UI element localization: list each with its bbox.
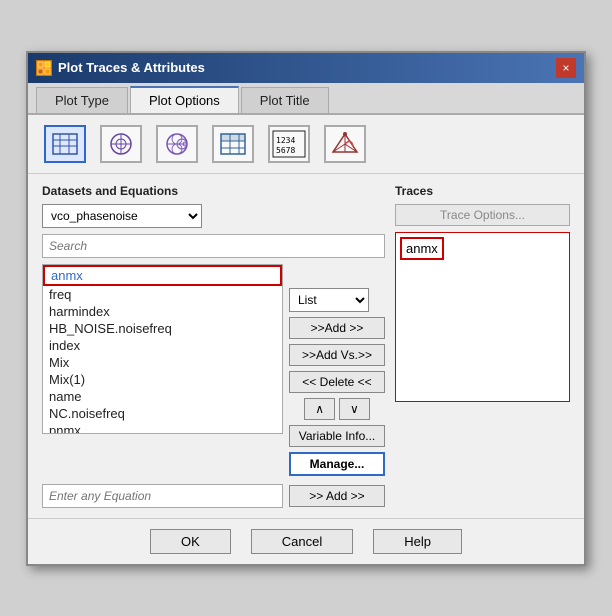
rectangular-icon[interactable]: [44, 125, 86, 163]
title-bar: Plot Traces & Attributes ×: [28, 53, 584, 83]
tab-plot-title[interactable]: Plot Title: [241, 87, 329, 113]
footer: OK Cancel Help: [28, 518, 584, 564]
list-item[interactable]: anmx: [43, 265, 282, 286]
svg-text:1234: 1234: [276, 136, 295, 145]
tab-bar: Plot Type Plot Options Plot Title: [28, 83, 584, 115]
equation-input[interactable]: [42, 484, 283, 508]
add-vs-button[interactable]: >>Add Vs.>>: [289, 344, 385, 366]
center-buttons: List >>Add >> >>Add Vs.>> << Delete << ∧…: [289, 264, 385, 476]
right-panel: Traces Trace Options... anmx: [395, 184, 570, 508]
ok-button[interactable]: OK: [150, 529, 231, 554]
app-icon: [36, 60, 52, 76]
traces-list[interactable]: anmx: [395, 232, 570, 402]
radar-icon[interactable]: [324, 125, 366, 163]
smith-chart-icon[interactable]: [156, 125, 198, 163]
datasets-label: Datasets and Equations: [42, 184, 385, 198]
polar-icon[interactable]: [100, 125, 142, 163]
tab-plot-options[interactable]: Plot Options: [130, 86, 239, 113]
down-button[interactable]: ∨: [339, 398, 370, 420]
list-type-select[interactable]: List: [289, 288, 369, 312]
dataset-select[interactable]: vco_phasenoise: [42, 204, 202, 228]
close-button[interactable]: ×: [556, 58, 576, 78]
title-bar-left: Plot Traces & Attributes: [36, 60, 205, 76]
search-input[interactable]: [42, 234, 385, 258]
list-item[interactable]: index: [43, 337, 282, 354]
eq-add-button[interactable]: >> Add >>: [289, 485, 385, 507]
window-title: Plot Traces & Attributes: [58, 60, 205, 75]
list-item[interactable]: freq: [43, 286, 282, 303]
table-icon[interactable]: [212, 125, 254, 163]
left-panel: Datasets and Equations vco_phasenoise an…: [42, 184, 385, 508]
cancel-button[interactable]: Cancel: [251, 529, 353, 554]
dataset-list[interactable]: anmx freq harmindex HB_NOISE.noisefreq i…: [42, 264, 283, 434]
help-button[interactable]: Help: [373, 529, 462, 554]
list-item[interactable]: name: [43, 388, 282, 405]
variable-info-button[interactable]: Variable Info...: [289, 425, 385, 447]
list-item[interactable]: harmindex: [43, 303, 282, 320]
main-content: Datasets and Equations vco_phasenoise an…: [28, 174, 584, 518]
plot-type-icons: 1234 5678: [28, 115, 584, 174]
traces-label: Traces: [395, 184, 570, 198]
up-button[interactable]: ∧: [304, 398, 335, 420]
trace-item[interactable]: anmx: [400, 237, 444, 260]
list-item[interactable]: pnmx: [43, 422, 282, 434]
list-item[interactable]: Mix(1): [43, 371, 282, 388]
tab-plot-type[interactable]: Plot Type: [36, 87, 128, 113]
svg-text:5678: 5678: [276, 146, 295, 155]
manage-button[interactable]: Manage...: [289, 452, 385, 476]
trace-options-button[interactable]: Trace Options...: [395, 204, 570, 226]
arrow-buttons: ∧ ∨: [289, 398, 385, 420]
equation-row: >> Add >>: [42, 484, 385, 508]
list-item[interactable]: Mix: [43, 354, 282, 371]
dialog-window: Plot Traces & Attributes × Plot Type Plo…: [26, 51, 586, 566]
list-item[interactable]: HB_NOISE.noisefreq: [43, 320, 282, 337]
dataset-row: vco_phasenoise: [42, 204, 385, 228]
list-item[interactable]: NC.noisefreq: [43, 405, 282, 422]
add-button[interactable]: >>Add >>: [289, 317, 385, 339]
delete-button[interactable]: << Delete <<: [289, 371, 385, 393]
digital-icon[interactable]: 1234 5678: [268, 125, 310, 163]
